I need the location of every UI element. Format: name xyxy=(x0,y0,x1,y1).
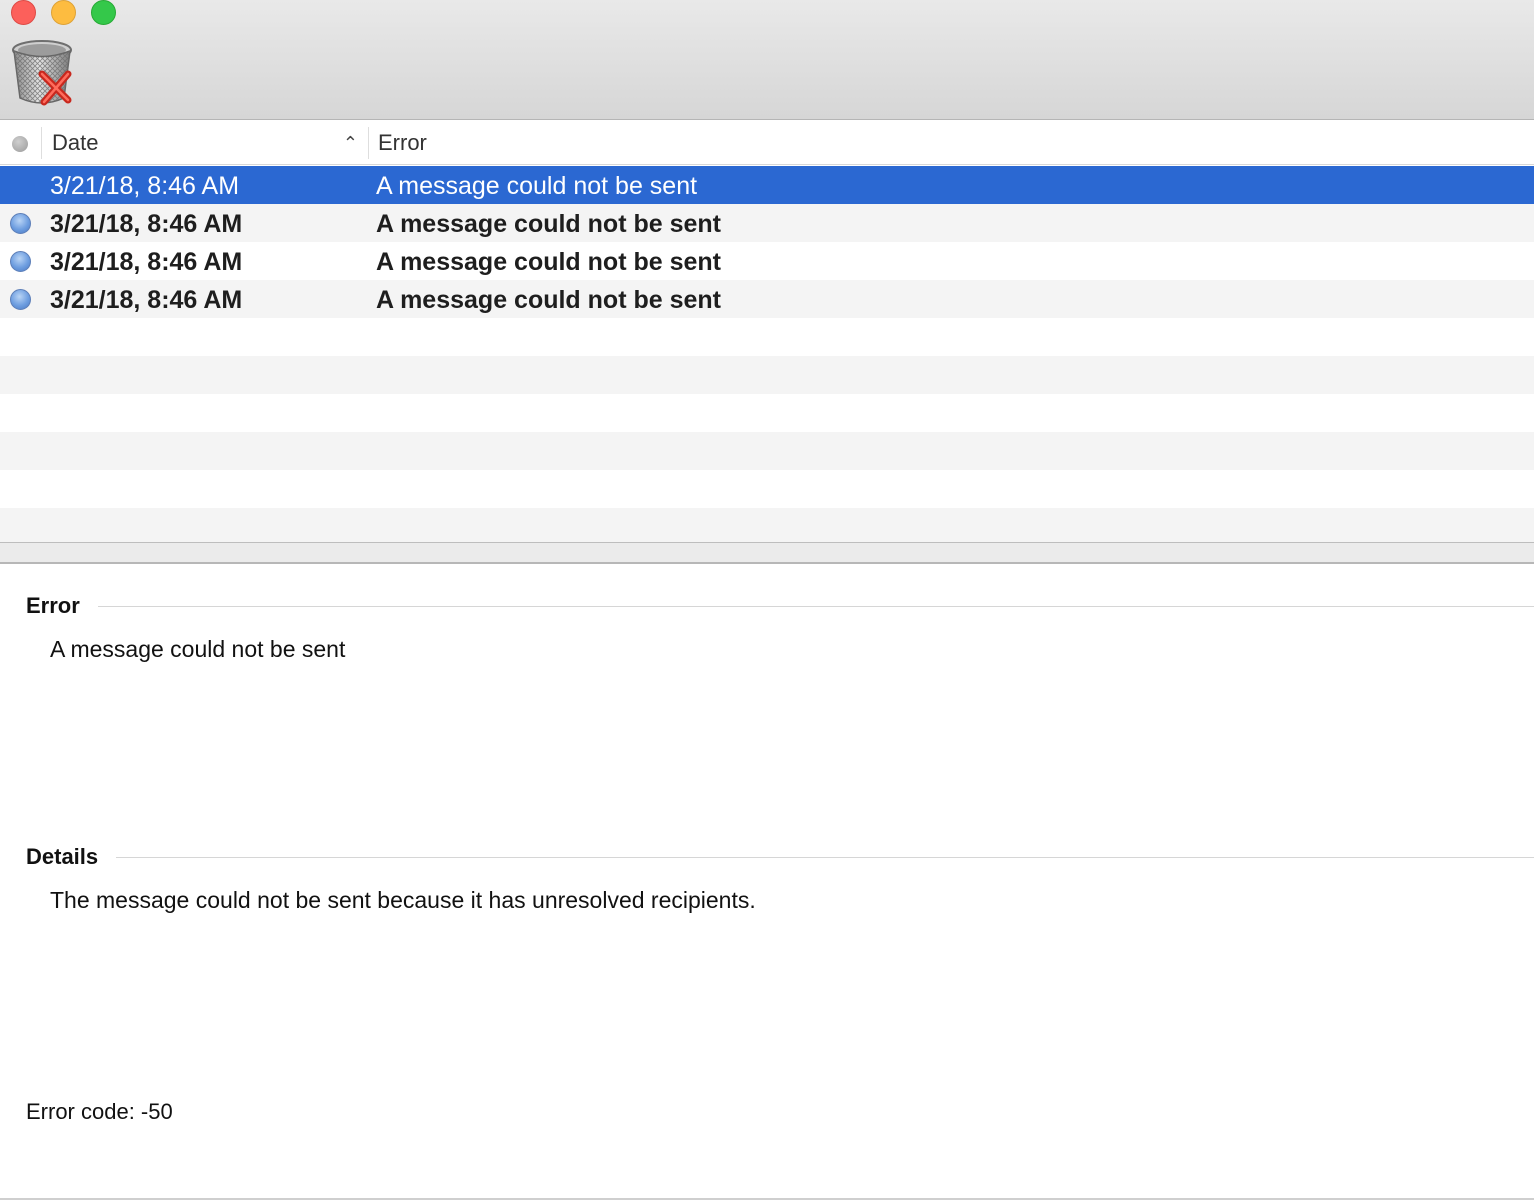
unread-dot-icon xyxy=(10,213,31,234)
unread-dot-icon xyxy=(10,289,31,310)
zoom-window-button[interactable] xyxy=(91,0,116,25)
error-message-text: A message could not be sent xyxy=(50,636,346,662)
table-row[interactable]: 3/21/18, 8:46 AM A message could not be … xyxy=(0,166,1534,204)
row-error: A message could not be sent xyxy=(376,248,721,276)
status-dot-icon xyxy=(12,136,28,152)
empty-row xyxy=(0,470,1534,508)
empty-row xyxy=(0,508,1534,542)
detail-panel: Error A message could not be sent Detail… xyxy=(0,565,1534,1198)
close-window-button[interactable] xyxy=(11,0,36,25)
section-divider xyxy=(116,857,1534,858)
delete-errors-button[interactable] xyxy=(10,36,80,108)
empty-row xyxy=(0,432,1534,470)
date-column-header[interactable]: Date ⌃ xyxy=(52,121,368,165)
trash-with-red-x-icon xyxy=(12,40,72,106)
error-column-header[interactable]: Error xyxy=(378,121,978,165)
error-section-title: Error xyxy=(26,593,80,618)
row-date: 3/21/18, 8:46 AM xyxy=(50,286,243,314)
unread-dot-icon xyxy=(10,251,31,272)
row-date: 3/21/18, 8:46 AM xyxy=(50,172,240,200)
error-column-label: Error xyxy=(378,130,427,155)
details-message-text: The message could not be sent because it… xyxy=(50,887,756,913)
empty-row xyxy=(0,318,1534,356)
empty-row xyxy=(0,356,1534,394)
error-code-text: Error code: -50 xyxy=(26,1099,173,1124)
empty-row xyxy=(0,394,1534,432)
row-error: A message could not be sent xyxy=(376,286,721,314)
table-row[interactable]: 3/21/18, 8:46 AM A message could not be … xyxy=(0,280,1534,318)
table-row[interactable]: 3/21/18, 8:46 AM A message could not be … xyxy=(0,204,1534,242)
pane-splitter[interactable] xyxy=(0,542,1534,564)
table-header: Date ⌃ Error xyxy=(0,121,1534,165)
table-row[interactable]: 3/21/18, 8:46 AM A message could not be … xyxy=(0,242,1534,280)
row-error: A message could not be sent xyxy=(376,210,721,238)
row-date: 3/21/18, 8:46 AM xyxy=(50,248,243,276)
section-divider xyxy=(98,606,1534,607)
error-list: 3/21/18, 8:46 AM A message could not be … xyxy=(0,166,1534,542)
sort-ascending-icon: ⌃ xyxy=(342,133,358,153)
date-column-label: Date xyxy=(52,130,99,155)
column-divider[interactable] xyxy=(368,127,369,159)
toolbar xyxy=(0,0,1534,120)
details-section-title: Details xyxy=(26,844,99,869)
minimize-window-button[interactable] xyxy=(51,0,76,25)
row-error: A message could not be sent xyxy=(376,172,698,200)
status-column-header[interactable] xyxy=(0,127,42,159)
row-date: 3/21/18, 8:46 AM xyxy=(50,210,243,238)
